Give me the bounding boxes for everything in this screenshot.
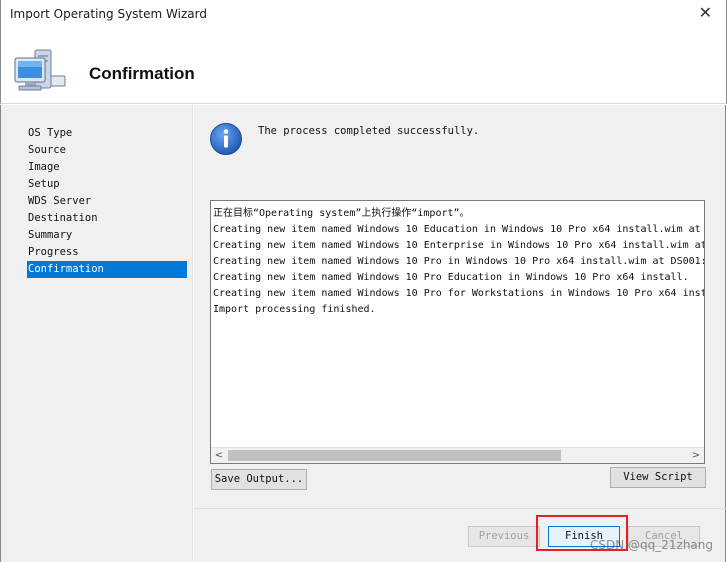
status-message: The process completed successfully. bbox=[258, 125, 480, 137]
output-log[interactable]: 正在目标“Operating system”上执行操作“import”。 Cre… bbox=[210, 200, 705, 464]
main-panel: The process completed successfully. 正在目标… bbox=[194, 105, 726, 562]
log-line: 正在目标“Operating system”上执行操作“import”。 bbox=[213, 208, 470, 219]
scrollbar-thumb[interactable] bbox=[228, 450, 561, 461]
save-output-button[interactable]: Save Output... bbox=[211, 469, 307, 490]
sidebar-item-source[interactable]: Source bbox=[27, 142, 187, 159]
sidebar-item-image[interactable]: Image bbox=[27, 159, 187, 176]
log-line: Import processing finished. bbox=[213, 304, 376, 315]
sidebar-item-summary[interactable]: Summary bbox=[27, 227, 187, 244]
sidebar-item-os-type[interactable]: OS Type bbox=[27, 125, 187, 142]
log-line: Creating new item named Windows 10 Pro f… bbox=[213, 288, 705, 299]
close-icon[interactable]: ✕ bbox=[699, 5, 712, 21]
wizard-steps: OS Type Source Image Setup WDS Server De… bbox=[0, 105, 193, 562]
log-line: Creating new item named Windows 10 Pro E… bbox=[213, 272, 689, 283]
log-line: Creating new item named Windows 10 Pro i… bbox=[213, 256, 705, 267]
info-icon bbox=[210, 123, 242, 155]
title-bar: Import Operating System Wizard ✕ bbox=[0, 0, 727, 30]
sidebar-item-destination[interactable]: Destination bbox=[27, 210, 187, 227]
computer-icon bbox=[14, 49, 66, 91]
wizard-header: Confirmation bbox=[0, 30, 727, 104]
watermark: CSDN @qq_21zhang bbox=[589, 538, 713, 552]
window-title: Import Operating System Wizard bbox=[10, 7, 207, 21]
footer-divider bbox=[194, 508, 726, 509]
scroll-left-icon[interactable]: < bbox=[211, 448, 227, 463]
sidebar-item-progress[interactable]: Progress bbox=[27, 244, 187, 261]
log-line: Creating new item named Windows 10 Educa… bbox=[213, 224, 701, 235]
view-script-button[interactable]: View Script bbox=[610, 467, 706, 488]
page-title: Confirmation bbox=[89, 64, 195, 83]
horizontal-scrollbar[interactable]: < > bbox=[211, 447, 704, 463]
previous-button[interactable]: Previous bbox=[468, 526, 540, 547]
sidebar-item-setup[interactable]: Setup bbox=[27, 176, 187, 193]
sidebar-item-wds-server[interactable]: WDS Server bbox=[27, 193, 187, 210]
scroll-right-icon[interactable]: > bbox=[688, 448, 704, 463]
sidebar-item-confirmation[interactable]: Confirmation bbox=[27, 261, 187, 278]
log-line: Creating new item named Windows 10 Enter… bbox=[213, 240, 705, 251]
